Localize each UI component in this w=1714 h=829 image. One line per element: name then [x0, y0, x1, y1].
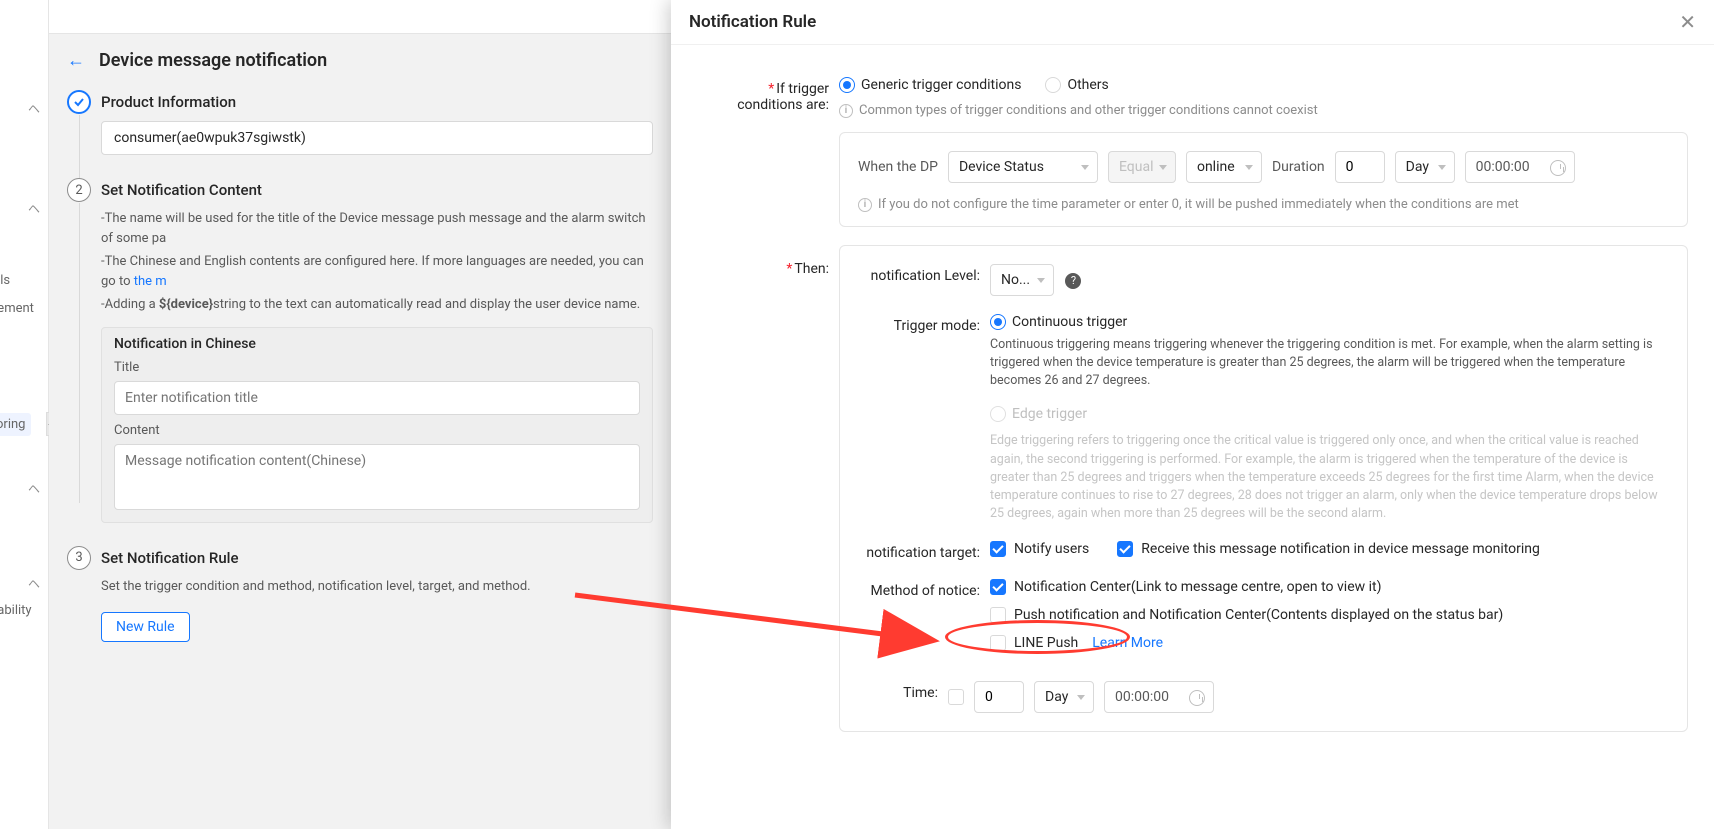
dp-select[interactable]: Device Status	[948, 151, 1098, 183]
condition-box: When the DP Device Status Equal online D…	[839, 132, 1688, 227]
checkbox-push-notification[interactable]: Push notification and Notification Cente…	[990, 607, 1669, 623]
duration-time-input[interactable]: 00:00:00	[1465, 151, 1575, 183]
checkbox-notify-users[interactable]: Notify users	[990, 541, 1089, 557]
value-select[interactable]: online	[1186, 151, 1262, 183]
check-icon	[73, 96, 85, 108]
step-marker-3: 3	[67, 546, 91, 570]
sidebar-frag-text[interactable]: oring	[0, 413, 31, 436]
back-arrow-icon[interactable]: ←	[67, 50, 85, 71]
drawer-title: Notification Rule	[689, 12, 816, 32]
operator-select[interactable]: Equal	[1108, 151, 1176, 183]
notification-level-select[interactable]: No...	[990, 264, 1054, 296]
time-number-input[interactable]	[974, 681, 1024, 713]
checkbox-time-enable[interactable]	[948, 689, 964, 705]
step-title: Set Notification Content	[101, 181, 653, 199]
trigger-mode-label: Trigger mode:	[858, 314, 990, 334]
step-product-information: Product Information consumer(ae0wpuk37sg…	[101, 93, 653, 155]
header-bar	[49, 0, 671, 34]
when-dp-label: When the DP	[858, 159, 938, 175]
chevron-up-icon[interactable]: ヘ	[28, 575, 40, 592]
step-desc: -The Chinese and English contents are co…	[101, 252, 653, 291]
multilang-link[interactable]: the m	[134, 274, 167, 289]
radio-continuous-trigger[interactable]: Continuous trigger	[990, 314, 1127, 330]
title-label: Title	[114, 360, 640, 375]
notification-rule-drawer: Notification Rule ✕ *If trigger conditio…	[671, 0, 1714, 829]
sidebar-frag-text: ails	[0, 273, 10, 288]
checkbox-receive-monitoring[interactable]: Receive this message notification in dev…	[1117, 541, 1540, 557]
product-value[interactable]: consumer(ae0wpuk37sgiwstk)	[101, 121, 653, 155]
page-title: Device message notification	[99, 50, 327, 71]
main-page: ← Device message notification Product In…	[49, 34, 671, 684]
notification-level-label: notification Level:	[858, 264, 990, 284]
help-icon[interactable]: ?	[1065, 273, 1081, 289]
radio-edge-trigger: Edge trigger	[990, 406, 1087, 422]
step-marker-2: 2	[67, 178, 91, 202]
time-label: Time:	[858, 681, 948, 701]
sidebar-frag-text: gement	[0, 301, 34, 316]
duration-label: Duration	[1272, 159, 1325, 175]
checkbox-notification-center[interactable]: Notification Center(Link to message cent…	[990, 579, 1669, 595]
then-box: notification Level: No... ? Trigger mode…	[839, 245, 1688, 732]
sidebar-frag-text: pability	[0, 603, 32, 618]
trigger-conditions-label: *If trigger conditions are:	[719, 77, 839, 227]
notification-content-input[interactable]	[114, 444, 640, 510]
info-icon: i	[858, 198, 872, 212]
new-rule-button[interactable]: New Rule	[101, 612, 190, 642]
trigger-hint: iCommon types of trigger conditions and …	[839, 103, 1688, 118]
duration-number-input[interactable]	[1335, 151, 1385, 183]
learn-more-link[interactable]: Learn More	[1092, 635, 1163, 651]
step-title: Product Information	[101, 93, 653, 111]
notification-title-input[interactable]	[114, 381, 640, 415]
then-label: *Then:	[719, 257, 839, 732]
step-desc: -Adding a ${device}string to the text ca…	[101, 295, 653, 315]
chevron-up-icon[interactable]: ヘ	[28, 480, 40, 497]
notification-target-label: notification target:	[858, 541, 990, 561]
sidebar: n ヘ ヘ ails gement e oring t ヘ ヘ pability…	[0, 0, 49, 829]
step-notification-content: 2 Set Notification Content -The name wil…	[101, 181, 653, 523]
step-desc: Set the trigger condition and method, no…	[101, 577, 653, 597]
step-notification-rule: 3 Set Notification Rule Set the trigger …	[101, 549, 653, 643]
duration-unit-select[interactable]: Day	[1395, 151, 1455, 183]
checkbox-line-push[interactable]: LINE PushLearn More	[990, 635, 1669, 651]
condition-hint: iIf you do not configure the time parame…	[858, 197, 1669, 212]
edge-trigger-desc: Edge triggering refers to triggering onc…	[990, 432, 1669, 523]
step-marker-done	[67, 90, 91, 114]
continuous-trigger-desc: Continuous triggering means triggering w…	[990, 336, 1669, 390]
chevron-up-icon[interactable]: ヘ	[28, 200, 40, 217]
radio-generic-trigger[interactable]: Generic trigger conditions	[839, 77, 1021, 93]
panel-heading: Notification in Chinese	[114, 336, 640, 352]
info-icon: i	[839, 104, 853, 118]
time-value-input[interactable]: 00:00:00	[1104, 681, 1214, 713]
chevron-up-icon[interactable]: ヘ	[28, 100, 40, 117]
close-icon[interactable]: ✕	[1679, 10, 1696, 34]
method-of-notice-label: Method of notice:	[858, 579, 990, 599]
content-label: Content	[114, 423, 640, 438]
step-desc: -The name will be used for the title of …	[101, 209, 653, 248]
step-title: Set Notification Rule	[101, 549, 653, 567]
chinese-panel: Notification in Chinese Title Content	[101, 327, 653, 523]
radio-others[interactable]: Others	[1045, 77, 1108, 93]
time-unit-select[interactable]: Day	[1034, 681, 1094, 713]
